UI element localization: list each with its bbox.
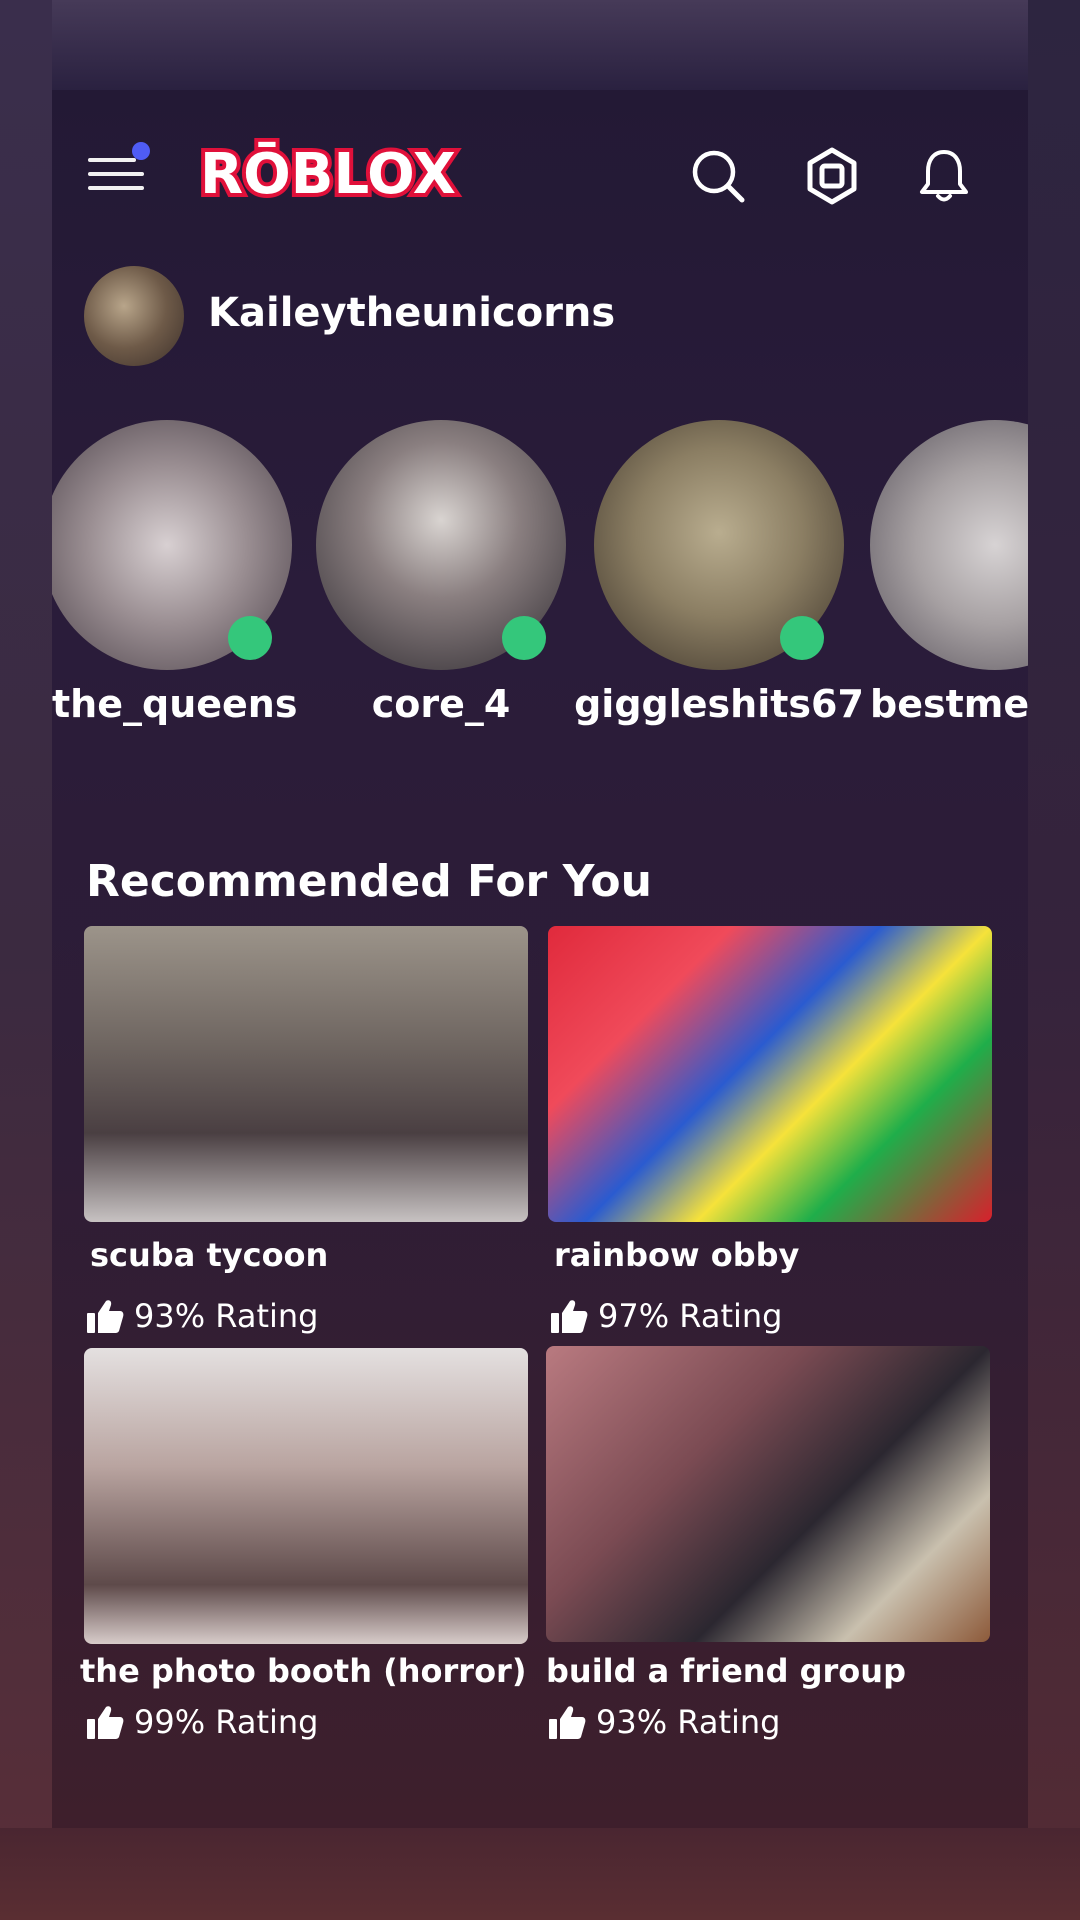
game-thumbnail[interactable] (84, 926, 528, 1222)
friend-name: core_4 (371, 682, 511, 726)
online-status-icon (228, 616, 272, 660)
thumbs-up-icon (87, 1706, 124, 1739)
online-status-icon (780, 616, 824, 660)
backdrop-top (0, 0, 1080, 90)
app-screen: RŌBLOX Kaileytheunicorns the_queens core… (52, 90, 1028, 1828)
game-title: build a friend group (546, 1652, 906, 1690)
thumbs-up-icon (551, 1300, 588, 1333)
robux-icon[interactable] (802, 146, 862, 206)
backdrop-right (1028, 0, 1080, 1920)
logo-text: RŌBLOX (200, 142, 456, 207)
section-title: Recommended For You (86, 856, 652, 907)
friend-name: giggleshits67 (574, 682, 864, 726)
thumbs-up-icon (87, 1300, 124, 1333)
game-title: rainbow obby (554, 1236, 800, 1274)
game-rating: 97% Rating (550, 1296, 782, 1336)
backdrop-bottom (0, 1828, 1080, 1920)
notification-dot (132, 142, 150, 160)
thumbs-up-icon (549, 1706, 586, 1739)
username[interactable]: Kaileytheunicorns (208, 290, 615, 336)
backdrop-left (0, 0, 52, 1920)
rating-text: 97% Rating (598, 1297, 783, 1335)
game-rating: 99% Rating (86, 1702, 318, 1742)
bell-icon[interactable] (914, 146, 974, 206)
roblox-logo[interactable]: RŌBLOX (178, 138, 478, 210)
rating-text: 93% Rating (134, 1297, 319, 1335)
game-rating: 93% Rating (86, 1296, 318, 1336)
game-title: the photo booth (horror) (80, 1652, 527, 1690)
game-thumbnail[interactable] (84, 1348, 528, 1644)
friend-avatar (870, 420, 1028, 670)
game-title: scuba tycoon (90, 1236, 329, 1274)
game-thumbnail[interactable] (546, 1346, 990, 1642)
rating-text: 93% Rating (596, 1703, 781, 1741)
search-icon[interactable] (688, 146, 748, 206)
friend-name: bestme (870, 682, 1028, 726)
game-rating: 93% Rating (548, 1702, 780, 1742)
avatar[interactable] (84, 266, 184, 366)
game-thumbnail[interactable] (548, 926, 992, 1222)
online-status-icon (502, 616, 546, 660)
rating-text: 99% Rating (134, 1703, 319, 1741)
